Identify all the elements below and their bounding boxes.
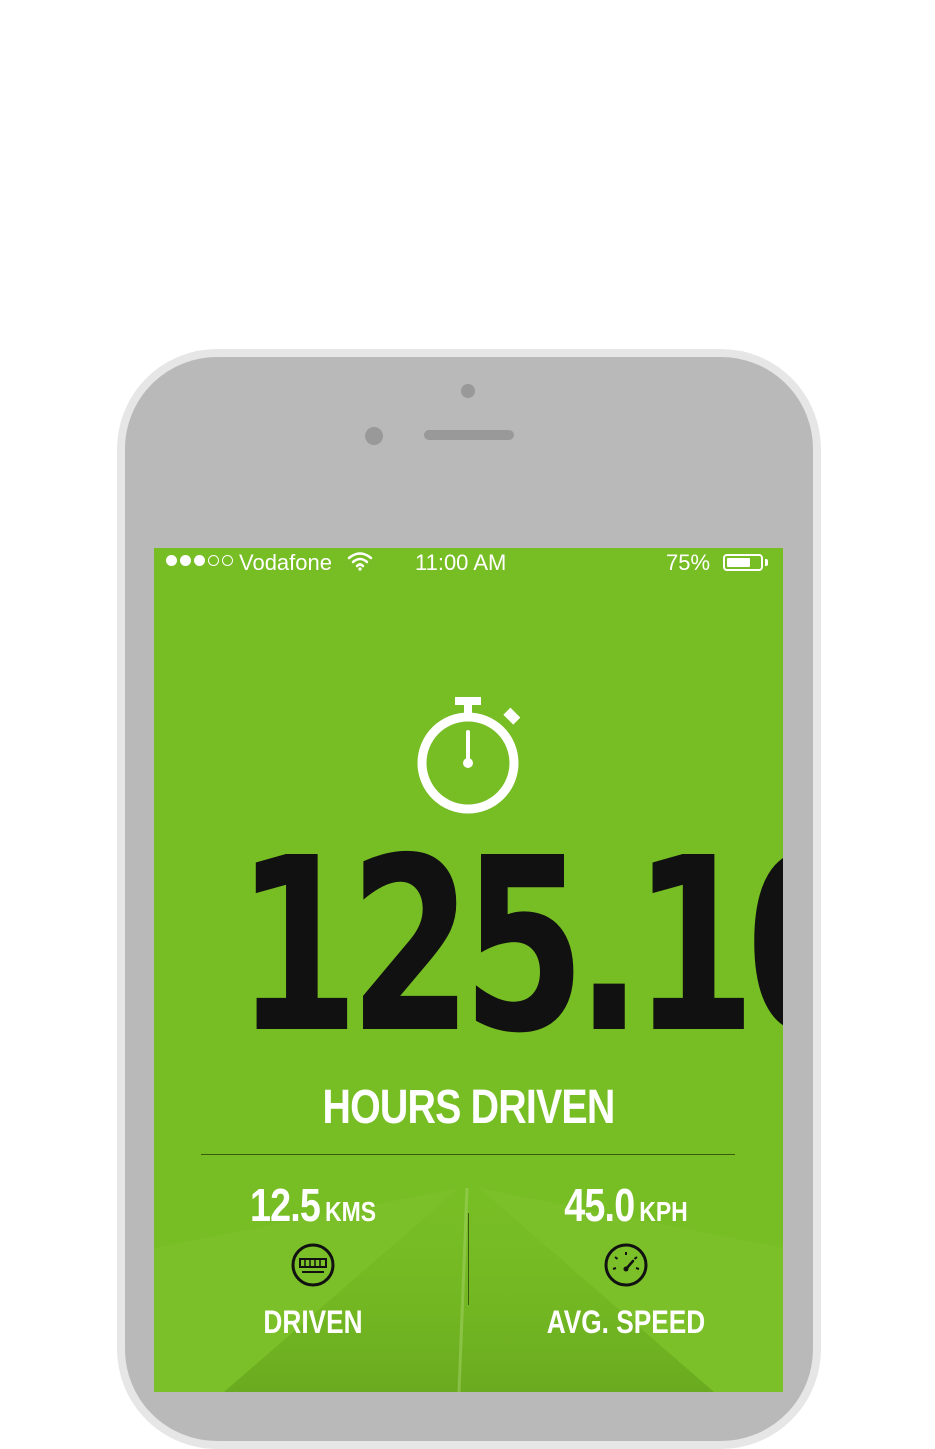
signal-dot bbox=[194, 555, 205, 566]
stopwatch-icon bbox=[417, 697, 521, 814]
front-camera bbox=[461, 384, 475, 398]
earpiece-speaker bbox=[424, 430, 514, 440]
signal-strength-icon bbox=[166, 555, 233, 566]
battery-level-fill bbox=[727, 558, 750, 567]
wifi-icon bbox=[347, 552, 373, 571]
horizontal-divider bbox=[201, 1154, 735, 1155]
status-bar: Vodafone 11:00 AM 75% bbox=[154, 548, 783, 578]
hours-driven-value: 125.10 bbox=[235, 806, 783, 1086]
battery-percent: 75% bbox=[666, 550, 711, 575]
speed-value: 45.0 KPH bbox=[503, 1178, 749, 1232]
signal-dot bbox=[222, 555, 233, 566]
battery-icon bbox=[723, 554, 763, 571]
distance-value: 12.5 KMS bbox=[190, 1178, 436, 1232]
battery-tip bbox=[765, 559, 768, 566]
hours-driven-label: HOURS DRIVEN bbox=[322, 1081, 616, 1134]
odometer-icon bbox=[291, 1243, 335, 1287]
signal-dot bbox=[166, 555, 177, 566]
distance-number: 12.5 bbox=[249, 1179, 321, 1231]
signal-dot bbox=[180, 555, 191, 566]
distance-label: DRIVEN bbox=[263, 1304, 363, 1340]
speed-label: AVG. SPEED bbox=[546, 1304, 706, 1340]
speed-number: 45.0 bbox=[564, 1179, 635, 1231]
clock-time: 11:00 AM bbox=[415, 550, 507, 575]
distance-unit: KMS bbox=[325, 1196, 377, 1227]
proximity-sensor bbox=[365, 427, 383, 445]
signal-dot bbox=[208, 555, 219, 566]
speed-unit: KPH bbox=[639, 1196, 688, 1227]
speedometer-icon bbox=[604, 1243, 648, 1287]
carrier-name: Vodafone bbox=[239, 550, 332, 575]
app-screen: Vodafone 11:00 AM 75% 125.10 HOURS DRIVE… bbox=[154, 548, 783, 1392]
vertical-divider bbox=[468, 1213, 469, 1305]
